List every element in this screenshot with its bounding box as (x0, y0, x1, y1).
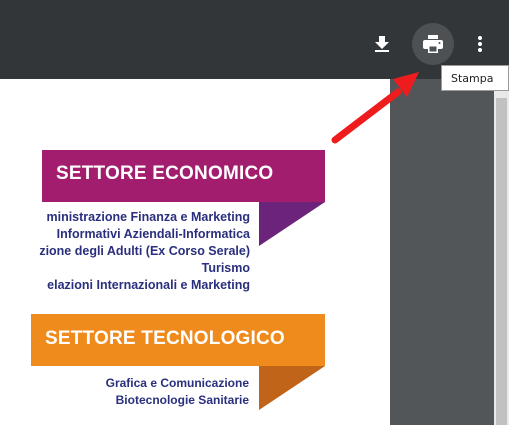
section-title-tecnologico: SETTORE TECNOLOGICO (45, 328, 285, 349)
course-line: ministrazione Finanza e Marketing (46, 210, 250, 224)
pdf-page: SETTORE ECONOMICO ministrazione Finanza … (0, 79, 390, 425)
course-line: zione degli Adulti (Ex Corso Serale) (39, 244, 250, 258)
banner-fold (259, 366, 325, 410)
print-button[interactable] (412, 23, 454, 65)
section-title-economico: SETTORE ECONOMICO (56, 163, 274, 184)
print-icon (423, 35, 443, 53)
scrollbar-thumb[interactable] (496, 98, 507, 425)
download-icon (375, 36, 389, 52)
course-line: Biotecnologie Sanitarie (115, 393, 249, 407)
course-line: Grafica e Comunicazione (105, 376, 249, 390)
course-line: Informativi Aziendali-Informatica (56, 227, 250, 241)
print-tooltip: Stampa (441, 65, 509, 91)
pdf-toolbar (0, 0, 509, 79)
course-line: Turismo (201, 261, 250, 275)
viewer-background (390, 79, 509, 425)
banner-fold (259, 202, 325, 246)
download-button[interactable] (371, 32, 393, 56)
more-options-button[interactable] (469, 32, 491, 56)
course-line: elazioni Internazionali e Marketing (47, 278, 250, 292)
more-vert-icon (478, 36, 482, 52)
